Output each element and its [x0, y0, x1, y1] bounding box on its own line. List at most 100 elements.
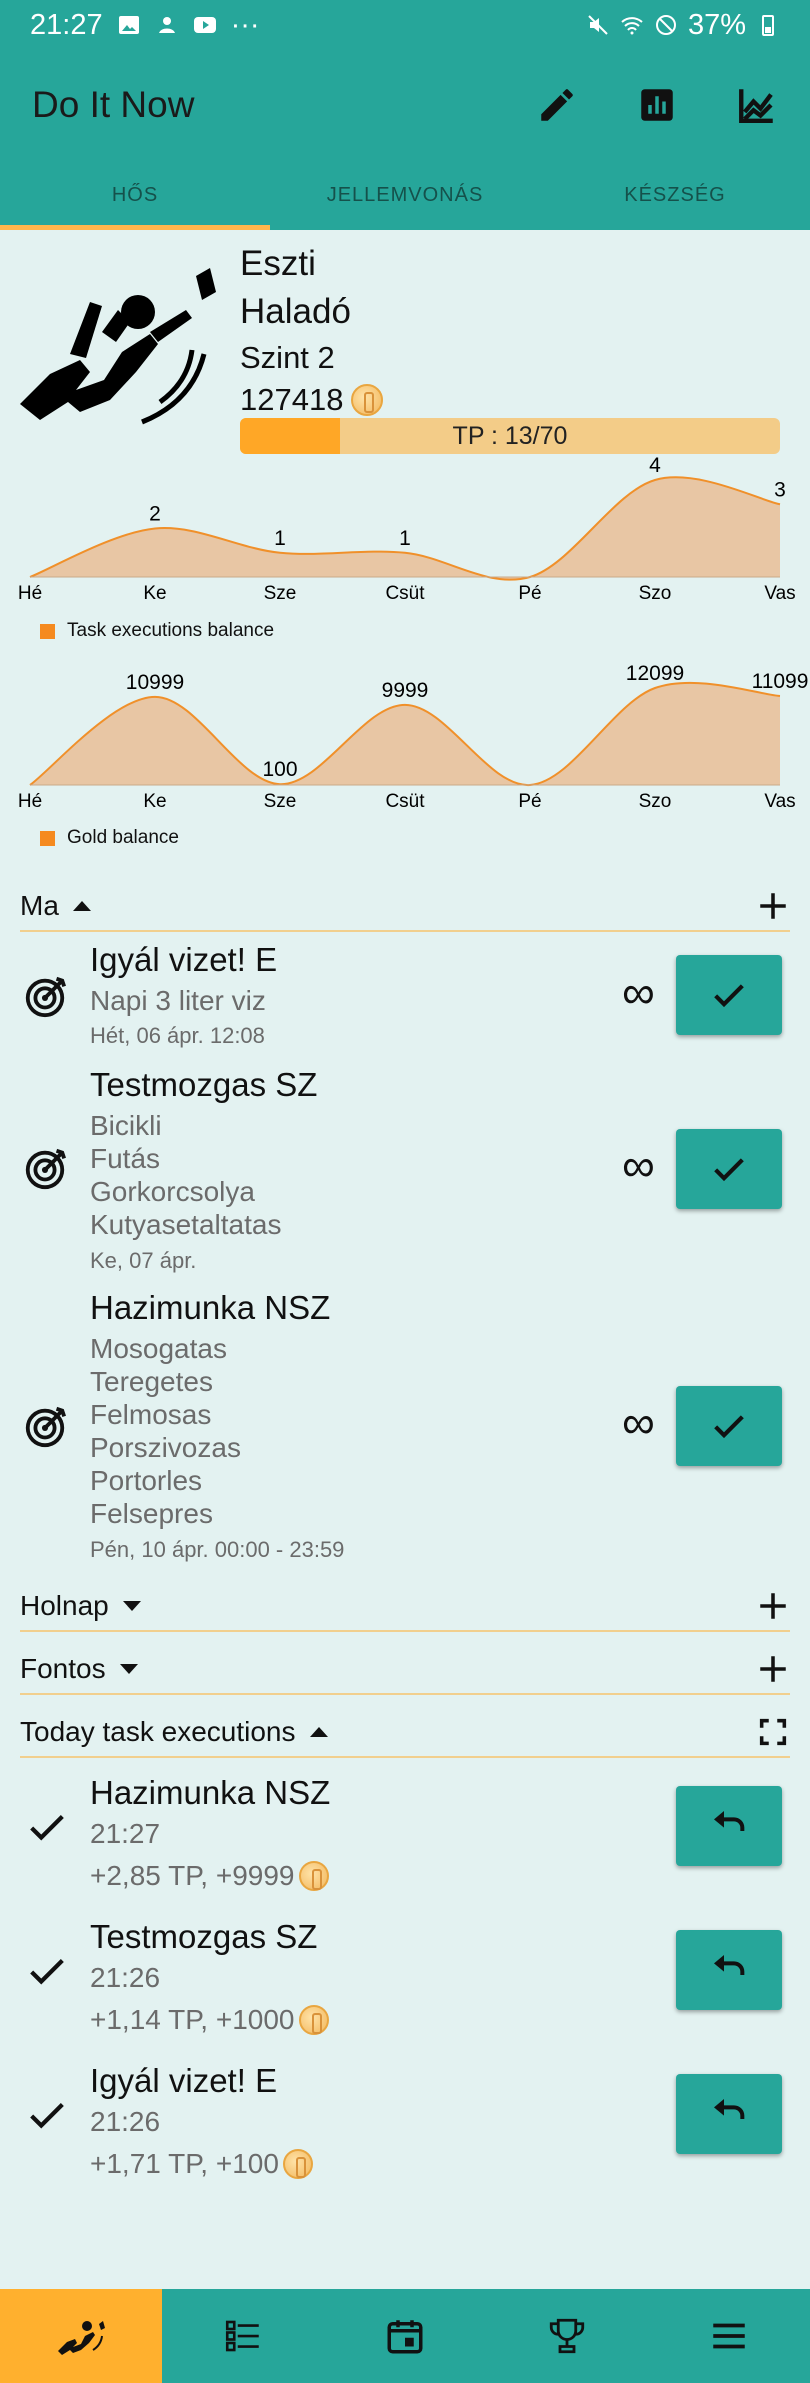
x-tick-label: Szo [639, 791, 672, 812]
trophy-icon [549, 2318, 585, 2354]
undo-execution-button[interactable] [676, 1786, 782, 1866]
section-tomorrow[interactable]: Holnap [20, 1582, 790, 1632]
tab-traits[interactable]: JELLEMVONÁS [270, 160, 540, 230]
undo-icon [714, 1811, 745, 1831]
edit-icon[interactable] [536, 84, 578, 126]
battery-icon [762, 15, 774, 36]
section-executions[interactable]: Today task executions [20, 1708, 790, 1758]
coin-icon [298, 2005, 329, 2035]
section-tomorrow-label: Holnap [20, 1590, 109, 1621]
nav-tasks[interactable] [162, 2289, 324, 2383]
youtube-icon [193, 17, 216, 33]
add-icon[interactable] [756, 889, 790, 923]
caret-down-icon [119, 1664, 138, 1674]
undo-execution-button[interactable] [676, 2074, 782, 2154]
app-title: Do It Now [32, 84, 195, 125]
status-bar: 21:27 ··· 37% [0, 0, 810, 50]
task-title: Testmozgas SZ [90, 1066, 318, 1103]
x-tick-label: Pé [518, 791, 541, 812]
do-not-disturb-icon [655, 15, 676, 35]
x-tick-label: Csüt [385, 583, 425, 604]
hero-level: Szint 2 [240, 340, 335, 375]
target-icon [25, 976, 66, 1018]
bottom-navigation [0, 2289, 810, 2383]
nav-menu[interactable] [648, 2289, 810, 2383]
caret-up-icon [72, 901, 91, 911]
task-date: Pén, 10 ápr. 00:00 - 23:59 [90, 1537, 345, 1562]
target-icon [25, 1406, 66, 1448]
x-tick-label: Ke [143, 791, 166, 812]
gallery-icon [118, 16, 139, 34]
task-description: Gorkorcsolya [90, 1176, 255, 1207]
execution-time: 21:27 [90, 1818, 161, 1849]
undo-execution-button[interactable] [676, 1930, 782, 2010]
task-item[interactable]: Igyál vizet! E Napi 3 liter viz Hét, 06 … [0, 935, 810, 1055]
data-label: 100 [262, 758, 297, 781]
x-tick-label: Csüt [385, 791, 425, 812]
battery-percent: 37% [687, 8, 746, 41]
chart2-legend: Gold balance [40, 827, 179, 849]
task-description: Portorles [90, 1465, 203, 1496]
execution-item: Igyál vizet! E 21:26 +1,71 TP, +100 [0, 2056, 810, 2186]
complete-task-button[interactable] [676, 955, 782, 1035]
tp-progress-bar: TP : 13/70 [240, 418, 780, 454]
undo-icon [714, 1955, 745, 1975]
hero-name: Eszti [240, 244, 316, 283]
execution-reward-text: +2,85 TP, +9999 [90, 1860, 295, 1891]
section-important[interactable]: Fontos [20, 1645, 790, 1695]
task-executions-chart: Hé Ke Sze Csüt Pé Szo Vas 2 1 1 4 3 [18, 454, 796, 604]
task-date: Hét, 06 ápr. 12:08 [90, 1023, 265, 1048]
coin-icon [282, 2149, 313, 2179]
legend-swatch [40, 830, 55, 846]
check-icon [714, 1415, 744, 1439]
section-today[interactable]: Ma [20, 882, 790, 932]
check-icon [714, 1158, 744, 1182]
add-icon[interactable] [756, 1652, 790, 1686]
check-icon [714, 984, 744, 1008]
task-item[interactable]: Hazimunka NSZ Mosogatas Teregetes Felmos… [0, 1283, 810, 1573]
nav-achievements[interactable] [486, 2289, 648, 2383]
nav-calendar[interactable] [324, 2289, 486, 2383]
x-tick-label: Sze [264, 583, 297, 604]
task-item[interactable]: Testmozgas SZ Bicikli Futás Gorkorcsolya… [0, 1060, 810, 1273]
task-description: Felmosas [90, 1399, 212, 1430]
execution-time: 21:26 [90, 2106, 161, 2137]
add-icon[interactable] [756, 1589, 790, 1623]
task-title: Hazimunka NSZ [90, 1289, 331, 1326]
line-chart-icon[interactable] [736, 84, 778, 126]
data-label: 1 [274, 527, 286, 550]
calendar-icon [387, 2320, 423, 2354]
done-check-icon [30, 2102, 64, 2129]
gold-balance-chart: Hé Ke Sze Csüt Pé Szo Vas 10999 100 9999 12099 1109… [18, 662, 809, 812]
x-tick-label: Szo [639, 583, 672, 604]
mute-icon [588, 15, 608, 35]
x-tick-label: Sze [264, 791, 297, 812]
fullscreen-icon[interactable] [756, 1715, 790, 1749]
nav-hero[interactable] [0, 2289, 162, 2383]
x-tick-label: Pé [518, 583, 541, 604]
tab-hero[interactable]: HŐS [0, 160, 270, 230]
repeat-infinite-icon: ∞ [622, 1396, 655, 1448]
repeat-infinite-icon: ∞ [622, 1139, 655, 1191]
legend-swatch [40, 623, 55, 639]
section-important-label: Fontos [20, 1653, 106, 1684]
tp-progress-text: TP : 13/70 [452, 421, 568, 450]
bar-chart-icon[interactable] [636, 84, 678, 126]
notification-app-icon [158, 17, 175, 33]
execution-reward: +1,71 TP, +100 [90, 2148, 313, 2180]
execution-reward-text: +1,71 TP, +100 [90, 2148, 279, 2179]
x-tick-label: Hé [18, 791, 42, 812]
execution-reward: +2,85 TP, +9999 [90, 1860, 329, 1892]
hero-gold: 127418 [240, 382, 384, 418]
execution-reward-text: +1,14 TP, +1000 [90, 2004, 295, 2035]
complete-task-button[interactable] [676, 1129, 782, 1209]
done-check-icon [30, 1958, 64, 1985]
caret-up-icon [309, 1727, 328, 1737]
data-label: 9999 [382, 679, 429, 702]
hero-level-name: Haladó [240, 292, 351, 331]
tab-skills[interactable]: KÉSZSÉG [540, 160, 810, 230]
x-tick-label: Vas [764, 791, 795, 812]
x-tick-label: Hé [18, 583, 42, 604]
task-description: Bicikli [90, 1110, 162, 1141]
complete-task-button[interactable] [676, 1386, 782, 1466]
